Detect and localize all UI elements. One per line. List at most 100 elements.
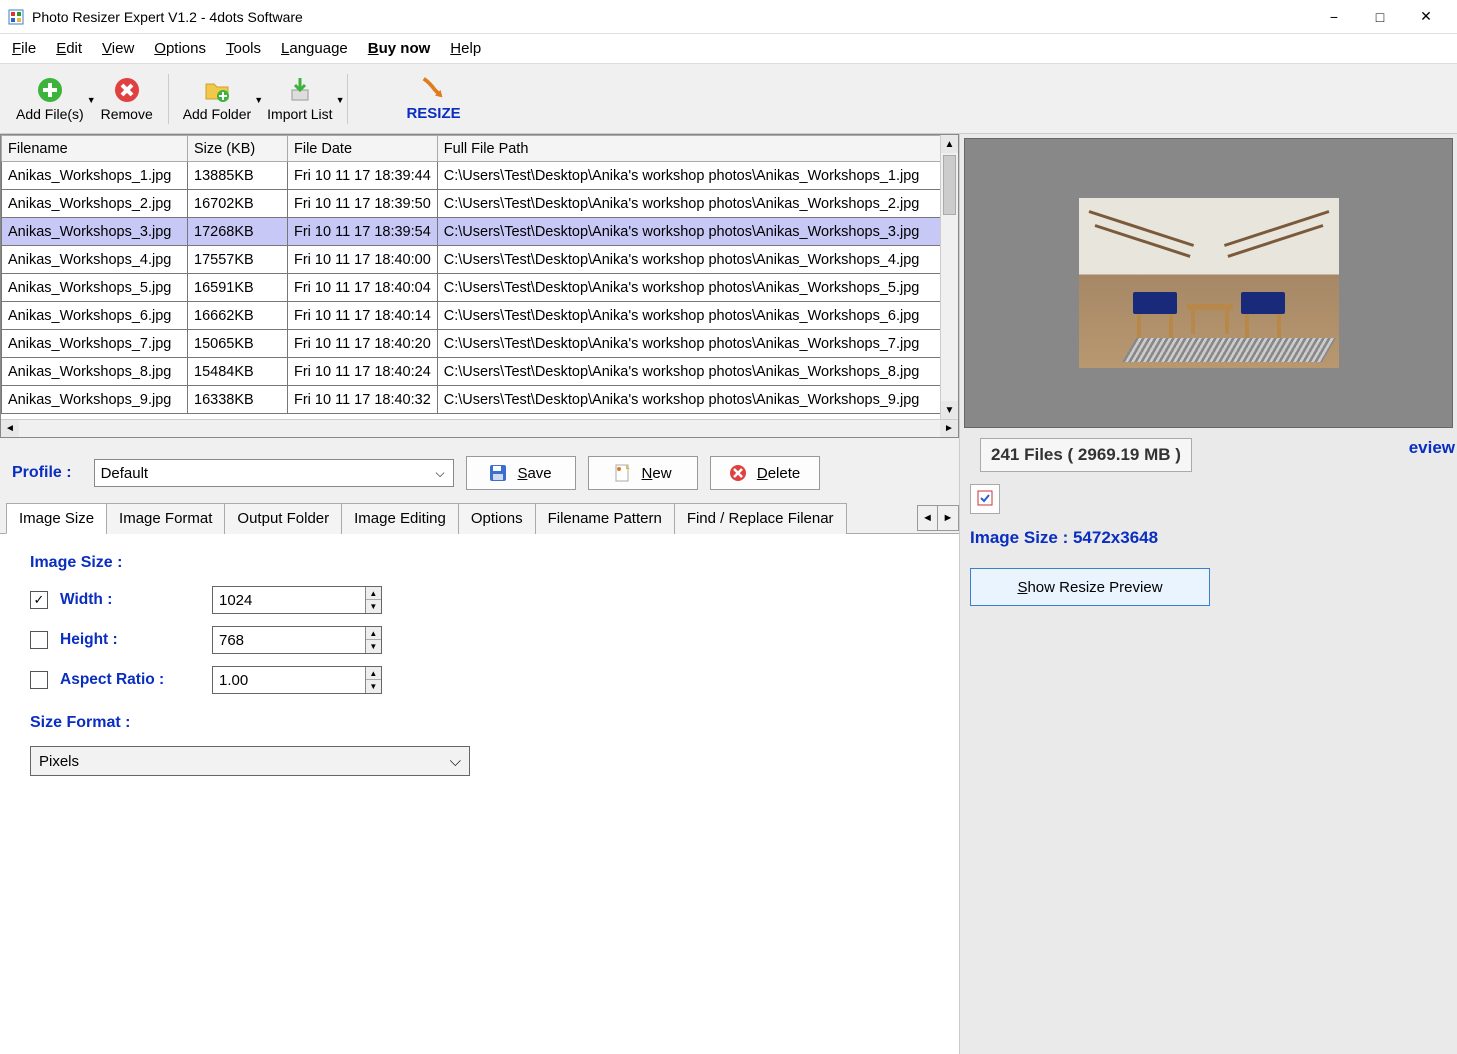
cell-size: 16591KB [188,274,288,302]
toolbar-separator [347,74,348,124]
column-path[interactable]: Full File Path [437,136,957,162]
show-resize-preview-button[interactable]: Show Resize Preview [970,568,1210,606]
titlebar: Photo Resizer Expert V1.2 - 4dots Softwa… [0,0,1457,34]
column-date[interactable]: File Date [288,136,438,162]
table-row[interactable]: Anikas_Workshops_3.jpg17268KBFri 10 11 1… [2,218,958,246]
scroll-down-icon[interactable]: ▼ [941,401,958,419]
width-value[interactable] [213,592,365,609]
scroll-left-icon[interactable]: ◄ [1,420,19,437]
resize-button[interactable]: RESIZE [384,69,484,129]
cell-path: C:\Users\Test\Desktop\Anika's workshop p… [437,302,957,330]
file-table: Filename Size (KB) File Date Full File P… [0,134,959,438]
folder-icon [203,76,231,104]
menu-edit[interactable]: Edit [56,40,82,57]
table-header-row: Filename Size (KB) File Date Full File P… [2,136,958,162]
height-input[interactable]: ▲▼ [212,626,382,654]
remove-label: Remove [101,106,153,122]
spin-up-icon[interactable]: ▲ [366,587,381,600]
table-row[interactable]: Anikas_Workshops_6.jpg16662KBFri 10 11 1… [2,302,958,330]
menu-file[interactable]: File [12,40,36,57]
tab-options[interactable]: Options [458,503,536,534]
spin-up-icon[interactable]: ▲ [366,627,381,640]
cell-date: Fri 10 11 17 18:40:20 [288,330,438,358]
tab-image-editing[interactable]: Image Editing [341,503,459,534]
column-filename[interactable]: Filename [2,136,188,162]
preview-text-cut: eview [1409,432,1457,458]
spin-down-icon[interactable]: ▼ [366,640,381,653]
spin-up-icon[interactable]: ▲ [366,667,381,680]
cell-date: Fri 10 11 17 18:40:14 [288,302,438,330]
column-size[interactable]: Size (KB) [188,136,288,162]
aspect-ratio-input[interactable]: ▲▼ [212,666,382,694]
profile-select[interactable]: Default [94,459,454,487]
size-format-select[interactable]: Pixels [30,746,470,776]
menu-options[interactable]: Options [154,40,206,57]
import-list-button[interactable]: Import List ▼ [259,69,340,129]
tab-scroll-left[interactable]: ◄ [918,506,938,530]
preview-image [1079,198,1339,368]
menu-buy-now[interactable]: Buy now [368,40,431,57]
cell-date: Fri 10 11 17 18:40:32 [288,386,438,414]
remove-icon [113,76,141,104]
menu-language[interactable]: Language [281,40,348,57]
table-row[interactable]: Anikas_Workshops_1.jpg13885KBFri 10 11 1… [2,162,958,190]
new-label: ew [652,465,671,482]
check-button[interactable] [970,484,1000,514]
table-row[interactable]: Anikas_Workshops_5.jpg16591KBFri 10 11 1… [2,274,958,302]
aspect-ratio-value[interactable] [213,672,365,689]
save-label: ave [527,465,551,482]
height-label: Height : [60,631,200,649]
table-row[interactable]: Anikas_Workshops_9.jpg16338KBFri 10 11 1… [2,386,958,414]
add-folder-label: Add Folder [183,106,251,122]
tab-image-size[interactable]: Image Size [6,503,107,534]
cell-date: Fri 10 11 17 18:39:44 [288,162,438,190]
close-button[interactable]: ✕ [1403,1,1449,33]
cell-path: C:\Users\Test\Desktop\Anika's workshop p… [437,330,957,358]
menu-view[interactable]: View [102,40,134,57]
spin-down-icon[interactable]: ▼ [366,680,381,693]
remove-button[interactable]: Remove [92,69,162,129]
table-row[interactable]: Anikas_Workshops_7.jpg15065KBFri 10 11 1… [2,330,958,358]
dropdown-icon[interactable]: ▼ [336,95,345,105]
spin-down-icon[interactable]: ▼ [366,600,381,613]
delete-profile-button[interactable]: Delete [710,456,820,490]
add-file-button[interactable]: Add File(s) ▼ [8,69,92,129]
height-value[interactable] [213,632,365,649]
vertical-scrollbar[interactable]: ▲ ▼ [940,135,958,419]
table-row[interactable]: Anikas_Workshops_8.jpg15484KBFri 10 11 1… [2,358,958,386]
tab-scroll-right[interactable]: ► [938,506,958,530]
width-checkbox[interactable]: ✓ [30,591,48,609]
scroll-up-icon[interactable]: ▲ [941,135,958,153]
cell-path: C:\Users\Test\Desktop\Anika's workshop p… [437,274,957,302]
save-profile-button[interactable]: Save [466,456,576,490]
toolbar-separator [168,74,169,124]
file-stats: 241 Files ( 2969.19 MB ) [980,438,1192,472]
horizontal-scrollbar[interactable]: ◄ ► [1,419,958,437]
scroll-right-icon[interactable]: ► [940,420,958,437]
profile-row: Profile : Default Save New Delete [0,438,959,502]
resize-icon [420,75,448,103]
tab-filename-pattern[interactable]: Filename Pattern [535,503,675,534]
menu-help[interactable]: Help [450,40,481,57]
new-icon [614,464,632,482]
scroll-thumb[interactable] [943,155,956,215]
height-checkbox[interactable] [30,631,48,649]
tab-image-format[interactable]: Image Format [106,503,225,534]
save-icon [489,464,507,482]
tab-find-replace-filenar[interactable]: Find / Replace Filenar [674,503,847,534]
tab-content-image-size: Image Size : ✓ Width : ▲▼ Height : ▲▼ [0,534,959,1054]
minimize-button[interactable]: − [1311,1,1357,33]
cell-size: 17557KB [188,246,288,274]
new-profile-button[interactable]: New [588,456,698,490]
menu-tools[interactable]: Tools [226,40,261,57]
tab-output-folder[interactable]: Output Folder [224,503,342,534]
resize-label: RESIZE [406,105,460,122]
add-folder-button[interactable]: Add Folder ▼ [175,69,259,129]
table-row[interactable]: Anikas_Workshops_2.jpg16702KBFri 10 11 1… [2,190,958,218]
aspect-ratio-checkbox[interactable] [30,671,48,689]
table-row[interactable]: Anikas_Workshops_4.jpg17557KBFri 10 11 1… [2,246,958,274]
width-input[interactable]: ▲▼ [212,586,382,614]
maximize-button[interactable]: □ [1357,1,1403,33]
cell-filename: Anikas_Workshops_5.jpg [2,274,188,302]
cell-date: Fri 10 11 17 18:40:24 [288,358,438,386]
